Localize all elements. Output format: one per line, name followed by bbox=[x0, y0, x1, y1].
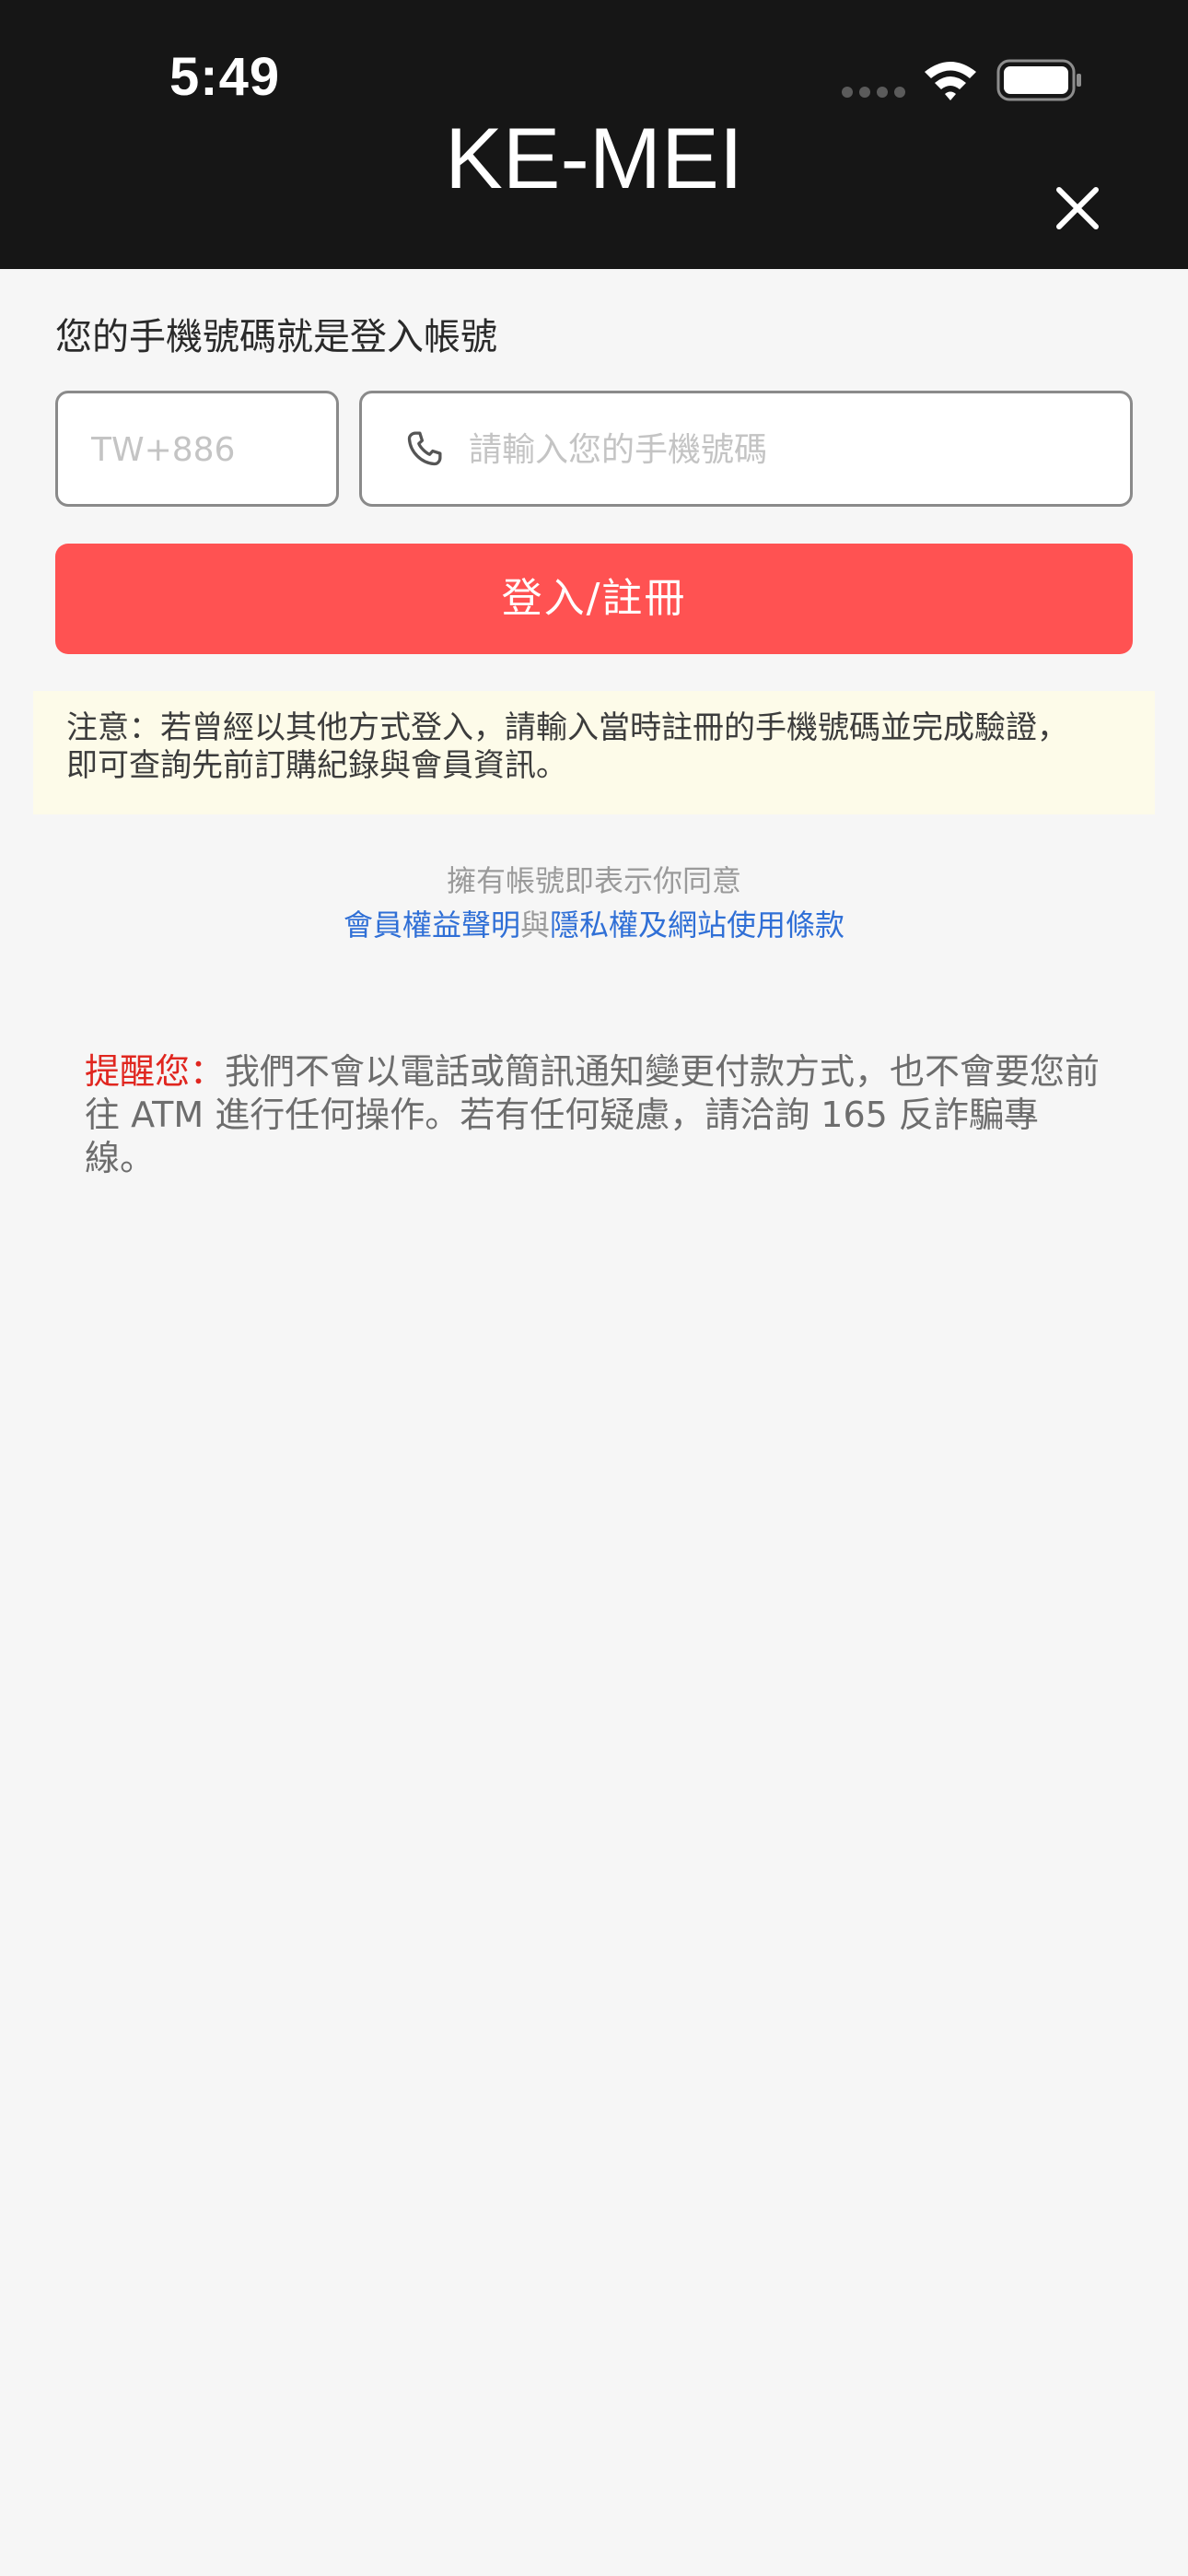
phone-field[interactable] bbox=[359, 391, 1133, 507]
app-title: KE-MEI bbox=[445, 110, 743, 206]
reminder-lead: 提醒您： bbox=[85, 1051, 226, 1092]
agreement-links: 會員權益聲明與隱私權及網站使用條款 bbox=[0, 903, 1188, 947]
member-rights-link[interactable]: 會員權益聲明 bbox=[344, 907, 520, 943]
login-heading: 您的手機號碼就是登入帳號 bbox=[55, 316, 497, 358]
agreement-prefix: 擁有帳號即表示你同意 bbox=[446, 863, 741, 898]
agreement-joiner: 與 bbox=[519, 907, 550, 943]
fraud-reminder: 提醒您：我們不會以電話或簡訊通知變更付款方式，也不會要您前往 ATM 進行任何操… bbox=[85, 1050, 1107, 1180]
wifi-icon bbox=[925, 62, 976, 100]
top-bar: 5:49 KE-MEI bbox=[0, 0, 1188, 269]
cellular-signal-icon bbox=[842, 87, 906, 100]
notice-line-2: 即可查詢先前訂購紀錄與會員資訊。 bbox=[66, 747, 567, 784]
notice-line-1: 注意：若曾經以其他方式登入，請輸入當時註冊的手機號碼並完成驗證， bbox=[66, 709, 1068, 746]
status-time: 5:49 bbox=[169, 47, 281, 107]
login-register-button[interactable]: 登入/註冊 bbox=[55, 544, 1133, 654]
phone-icon bbox=[407, 431, 442, 466]
notice-box: 注意：若曾經以其他方式登入，請輸入當時註冊的手機號碼並完成驗證， 即可查詢先前訂… bbox=[33, 691, 1155, 814]
close-icon[interactable] bbox=[1050, 181, 1105, 236]
phone-input[interactable] bbox=[467, 393, 1115, 506]
battery-icon bbox=[996, 59, 1081, 101]
privacy-terms-link[interactable]: 隱私權及網站使用條款 bbox=[550, 907, 844, 943]
country-code-field[interactable] bbox=[55, 391, 339, 507]
country-code-input[interactable] bbox=[89, 393, 323, 506]
reminder-body: 我們不會以電話或簡訊通知變更付款方式，也不會要您前往 ATM 進行任何操作。若有… bbox=[85, 1051, 1101, 1178]
